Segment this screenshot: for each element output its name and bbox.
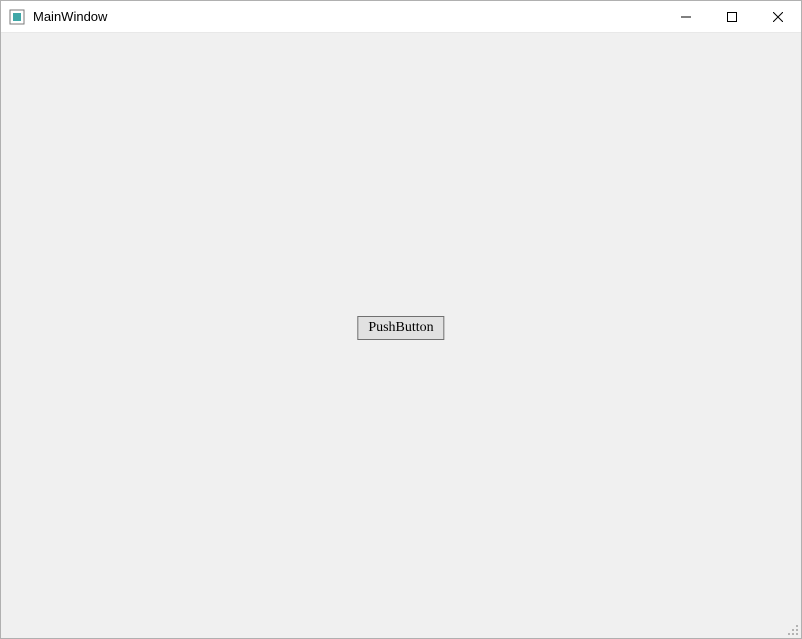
maximize-button[interactable] xyxy=(709,1,755,32)
titlebar: MainWindow xyxy=(1,1,801,33)
close-button[interactable] xyxy=(755,1,801,32)
size-grip[interactable] xyxy=(785,622,799,636)
size-grip-icon xyxy=(785,622,799,636)
close-icon xyxy=(773,12,783,22)
maximize-icon xyxy=(727,12,737,22)
window-title: MainWindow xyxy=(33,9,663,24)
main-window: MainWindow PushButton xyxy=(0,0,802,639)
minimize-icon xyxy=(681,12,691,22)
minimize-button[interactable] xyxy=(663,1,709,32)
client-area: PushButton xyxy=(1,33,801,638)
window-controls xyxy=(663,1,801,32)
push-button[interactable]: PushButton xyxy=(357,316,444,340)
app-icon xyxy=(9,9,25,25)
